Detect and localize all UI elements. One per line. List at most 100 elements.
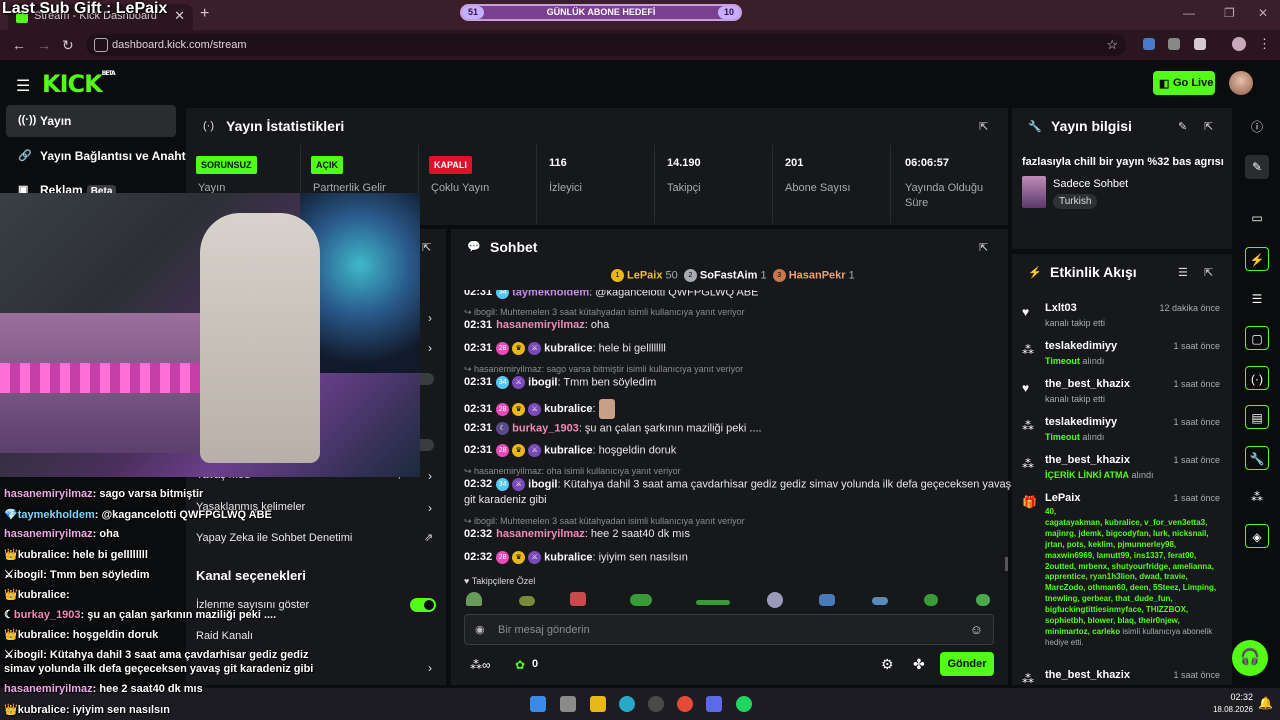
extension-translate-icon[interactable] — [1143, 38, 1155, 50]
popout-icon[interactable]: ⇱ — [979, 120, 988, 133]
emote[interactable] — [819, 594, 835, 606]
info-icon[interactable]: ⓘ — [1245, 115, 1269, 139]
emote[interactable] — [767, 592, 783, 608]
notification-icon[interactable]: 🔔 — [1258, 696, 1273, 710]
chat-icon: 💬 — [467, 241, 481, 253]
broadcast-icon[interactable]: (·) — [1245, 366, 1269, 390]
chat-reply-context: ↪ ibogil: Muhtemelen 3 saat kütahyadan i… — [464, 307, 745, 317]
lightning-icon[interactable]: ⚡ — [1245, 247, 1269, 271]
chat-message: 02:31 ☾ burkay_1903: şu an çalan şarkının … — [464, 422, 762, 435]
forward-icon[interactable]: → — [37, 37, 51, 53]
raid-channel-item[interactable]: Raid Kanalı — [196, 630, 253, 642]
extension-icon[interactable] — [1168, 38, 1180, 50]
overlay-chat-line: ⚔ibogil: Kütahya dahil 3 saat ama çavdar… — [4, 649, 309, 661]
go-live-button[interactable]: ◧ Go Live — [1153, 71, 1215, 95]
heart-icon: ♥ — [1022, 381, 1030, 395]
chat-message: 02:31 28 ♛ ⚔ kubralice: hoşgeldin doruk — [464, 444, 677, 457]
chat-message: 02:32 hasanemiryilmaz: hee 2 saat40 dk mı… — [464, 528, 690, 540]
minimize-icon[interactable]: — — [1183, 6, 1195, 20]
chevron-right-icon[interactable]: › — [428, 661, 432, 675]
goal-target: 10 — [718, 6, 740, 19]
support-headset-icon[interactable]: 🎧 — [1232, 640, 1268, 676]
chat-scrollbar[interactable] — [1005, 557, 1008, 571]
show-views-toggle[interactable] — [410, 598, 436, 612]
mod-tools-icon[interactable]: ✤ — [913, 656, 925, 673]
restore-icon[interactable]: ❐ — [1224, 6, 1235, 20]
emote[interactable] — [696, 600, 730, 605]
discord-icon[interactable] — [706, 696, 722, 712]
status-badge: AÇIK — [311, 156, 343, 174]
emote[interactable] — [570, 592, 586, 606]
list-icon[interactable]: ☰ — [1245, 287, 1269, 311]
chevron-right-icon[interactable]: › — [428, 311, 432, 325]
chat-input-placeholder: Bir mesaj gönderin — [498, 624, 590, 636]
popout-icon[interactable]: ⇱ — [1204, 120, 1213, 133]
emoji-picker-icon[interactable]: ☺ — [970, 622, 983, 637]
edit-icon[interactable]: ✎ — [1178, 120, 1187, 133]
emote[interactable] — [466, 592, 482, 606]
profile-icon[interactable] — [1232, 37, 1246, 51]
emote — [598, 399, 615, 419]
chat-message: 02:31 34 ⚔ ibogil: Tmm ben söyledim — [464, 376, 657, 389]
sidebar-item-stream[interactable]: ((·)) Yayın — [6, 105, 176, 137]
bookmark-star-icon[interactable]: ☆ — [1106, 37, 1118, 53]
wrench-icon[interactable]: 🔧 — [1245, 446, 1269, 470]
ai-moderation-item[interactable]: Yapay Zeka ile Sohbet Denetimi — [196, 532, 352, 544]
chevron-right-icon[interactable]: › — [428, 501, 432, 515]
chat-input[interactable]: ◉ Bir mesaj gönderin ☺ — [464, 614, 994, 645]
new-tab-icon[interactable]: + — [200, 5, 209, 23]
broadcast-icon: (·) — [203, 120, 214, 132]
extensions-puzzle-icon[interactable] — [1194, 38, 1206, 50]
task-view-icon[interactable] — [560, 696, 576, 712]
emote[interactable] — [872, 597, 888, 605]
url-text: dashboard.kick.com/stream — [112, 39, 247, 51]
popout-icon[interactable]: ⇱ — [422, 241, 431, 254]
file-explorer-icon[interactable] — [590, 696, 606, 712]
overlay-chat-line: hasanemiryilmaz: oha — [4, 528, 119, 540]
overlay-chat-line: 💎taymekholdem: @kagancelotti QWFPGLWQ AB… — [4, 509, 272, 521]
send-button[interactable]: Gönder — [940, 652, 994, 676]
kick-logo[interactable]: KICKBETA — [42, 70, 116, 98]
browser-menu-icon[interactable]: ⋮ — [1258, 36, 1271, 52]
url-field[interactable]: dashboard.kick.com/stream ☆ — [86, 34, 1126, 56]
edge-icon[interactable] — [619, 696, 635, 712]
emote[interactable] — [519, 596, 535, 606]
popout-icon[interactable]: ⇱ — [1204, 266, 1213, 279]
category-name[interactable]: Sadece Sohbet — [1053, 178, 1128, 190]
hamburger-menu-icon[interactable]: ☰ — [16, 76, 30, 96]
stream-preview-icon[interactable]: ▭ — [1245, 206, 1269, 230]
emote[interactable] — [924, 594, 938, 606]
stat-subscribers: 201 Abone Sayısı — [772, 145, 890, 223]
moderation-icon: ⁂ — [1022, 419, 1034, 433]
chevron-right-icon[interactable]: › — [428, 341, 432, 355]
overlay-chat-line: hasanemiryilmaz: sago varsa bitmiştir — [4, 488, 204, 500]
close-tab-icon[interactable]: ✕ — [174, 8, 185, 24]
overlay-chat-line: hasanemiryilmaz: hee 2 saat40 dk mıs — [4, 683, 203, 695]
tag-icon[interactable]: ◈ — [1245, 524, 1269, 548]
sidebar-item-stream-key[interactable]: 🔗 Yayın Bağlantısı ve Anahtarı — [6, 140, 186, 172]
external-link-icon[interactable]: ⇗ — [424, 531, 433, 544]
popout-icon[interactable]: ⇱ — [979, 241, 988, 254]
stats-icon[interactable]: ▤ — [1245, 405, 1269, 429]
edit-icon[interactable]: ✎ — [1245, 155, 1269, 179]
emote[interactable] — [976, 594, 990, 606]
spotify-icon[interactable] — [736, 696, 752, 712]
back-icon[interactable]: ← — [12, 37, 26, 53]
stream-info-panel: 🔧 Yayın bilgisi ✎ ⇱ fazlasıyla chill bir… — [1012, 108, 1232, 249]
viewers-infinity-icon[interactable]: ⁂∞ — [470, 658, 491, 672]
address-bar: ← → ↻ dashboard.kick.com/stream ☆ ⋮ — [0, 30, 1280, 60]
filter-icon[interactable]: ☰ — [1178, 266, 1188, 279]
close-window-icon[interactable]: ✕ — [1258, 6, 1268, 20]
site-info-icon[interactable] — [94, 38, 108, 52]
chat-icon[interactable]: ▢ — [1245, 326, 1269, 350]
emote[interactable] — [630, 594, 652, 606]
obs-icon[interactable] — [648, 696, 664, 712]
chrome-icon[interactable] — [677, 696, 693, 712]
start-icon[interactable] — [530, 696, 546, 712]
chevron-right-icon[interactable]: › — [428, 469, 432, 483]
moderation-icon[interactable]: ⁂ — [1245, 485, 1269, 509]
user-avatar[interactable] — [1229, 71, 1253, 95]
chat-settings-icon[interactable]: ⚙ — [881, 656, 894, 673]
reload-icon[interactable]: ↻ — [62, 37, 74, 54]
wrench-icon: 🔧 — [1028, 121, 1042, 133]
